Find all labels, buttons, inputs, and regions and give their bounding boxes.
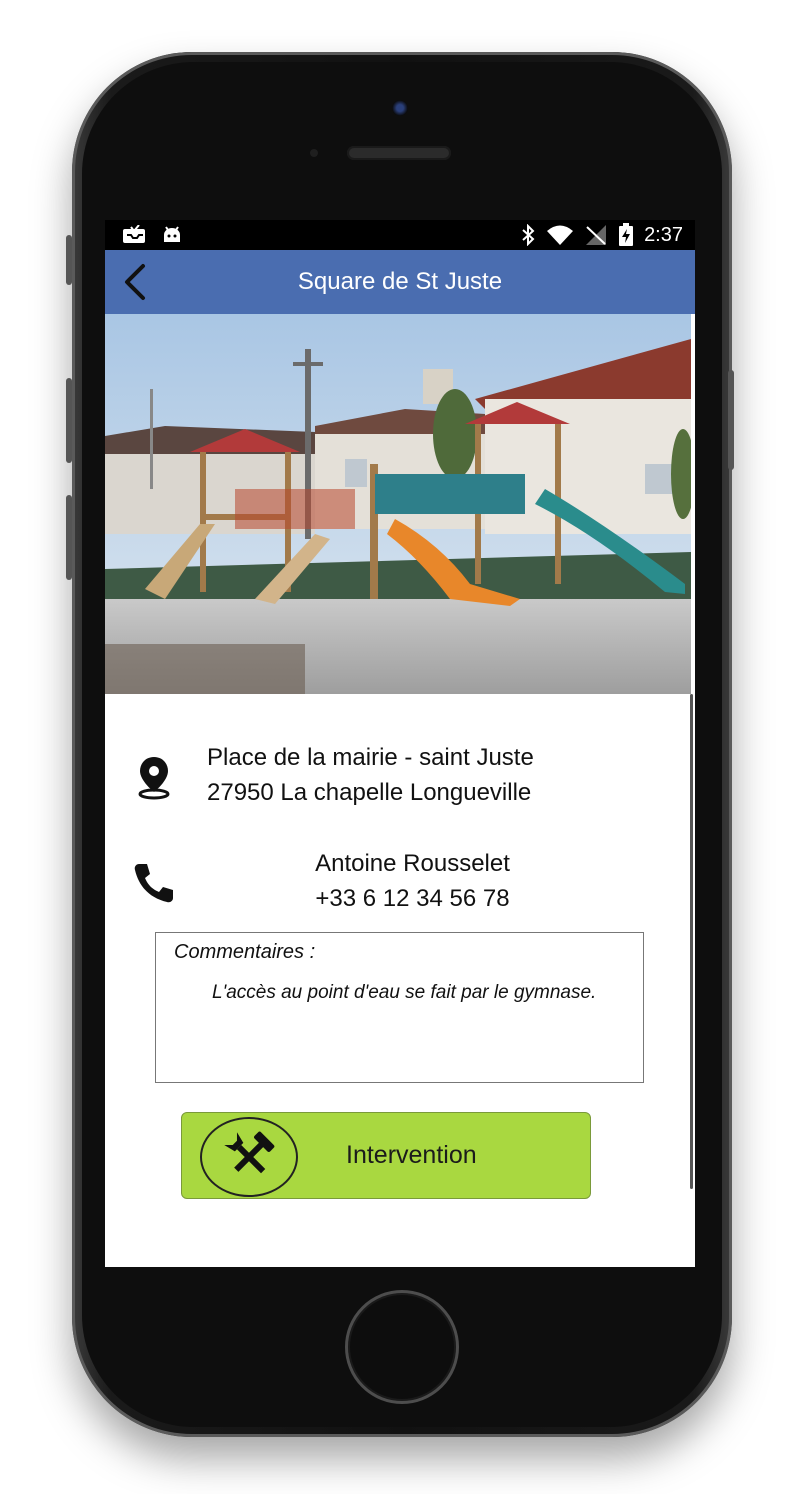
battery-charging-icon [619,223,634,246]
comments-box: Commentaires : L'accès au point d'eau se… [155,932,644,1083]
phone-icon[interactable] [131,860,177,906]
page-title: Square de St Juste [297,268,503,295]
status-time: 2:37 [644,223,683,246]
front-camera [392,100,408,116]
android-icon [164,226,180,242]
volume-down-button [66,495,72,580]
intervention-button[interactable]: Intervention [181,1112,591,1199]
power-button [728,370,734,470]
earpiece-speaker [347,146,451,160]
inbox-icon [123,225,145,243]
arrow-left-icon [125,264,145,300]
no-signal-icon [586,225,607,245]
silent-switch [66,235,72,285]
map-pin-icon [138,757,170,800]
tools-icon-badge [200,1117,298,1197]
contact-info: Antoine Rousselet +33 6 12 34 56 78 [195,846,630,916]
address-line2: 27950 La chapelle Longueville [207,779,532,806]
comments-label: Commentaires : [174,941,316,963]
intervention-label: Intervention [346,1141,477,1169]
scrollbar[interactable] [690,694,693,1189]
address-line1: Place de la mairie - saint Juste [207,744,534,771]
bluetooth-icon [522,224,535,246]
volume-up-button [66,378,72,463]
proximity-sensor [310,149,318,157]
app-bar: Square de St Juste [105,250,695,314]
address: Place de la mairie - saint Juste 27950 L… [207,740,534,810]
home-button[interactable] [345,1290,459,1404]
back-button[interactable] [115,260,159,304]
wifi-icon [547,225,574,245]
tools-icon [224,1131,275,1174]
contact-name: Antoine Rousselet [315,850,510,877]
comments-text: L'accès au point d'eau se fait par le gy… [212,982,597,1003]
app-screen: 2:37 Square de St Juste Place de la mair… [105,220,695,1267]
contact-phone[interactable]: +33 6 12 34 56 78 [195,881,630,916]
status-bar: 2:37 [105,220,695,250]
playground-photo [105,314,691,694]
